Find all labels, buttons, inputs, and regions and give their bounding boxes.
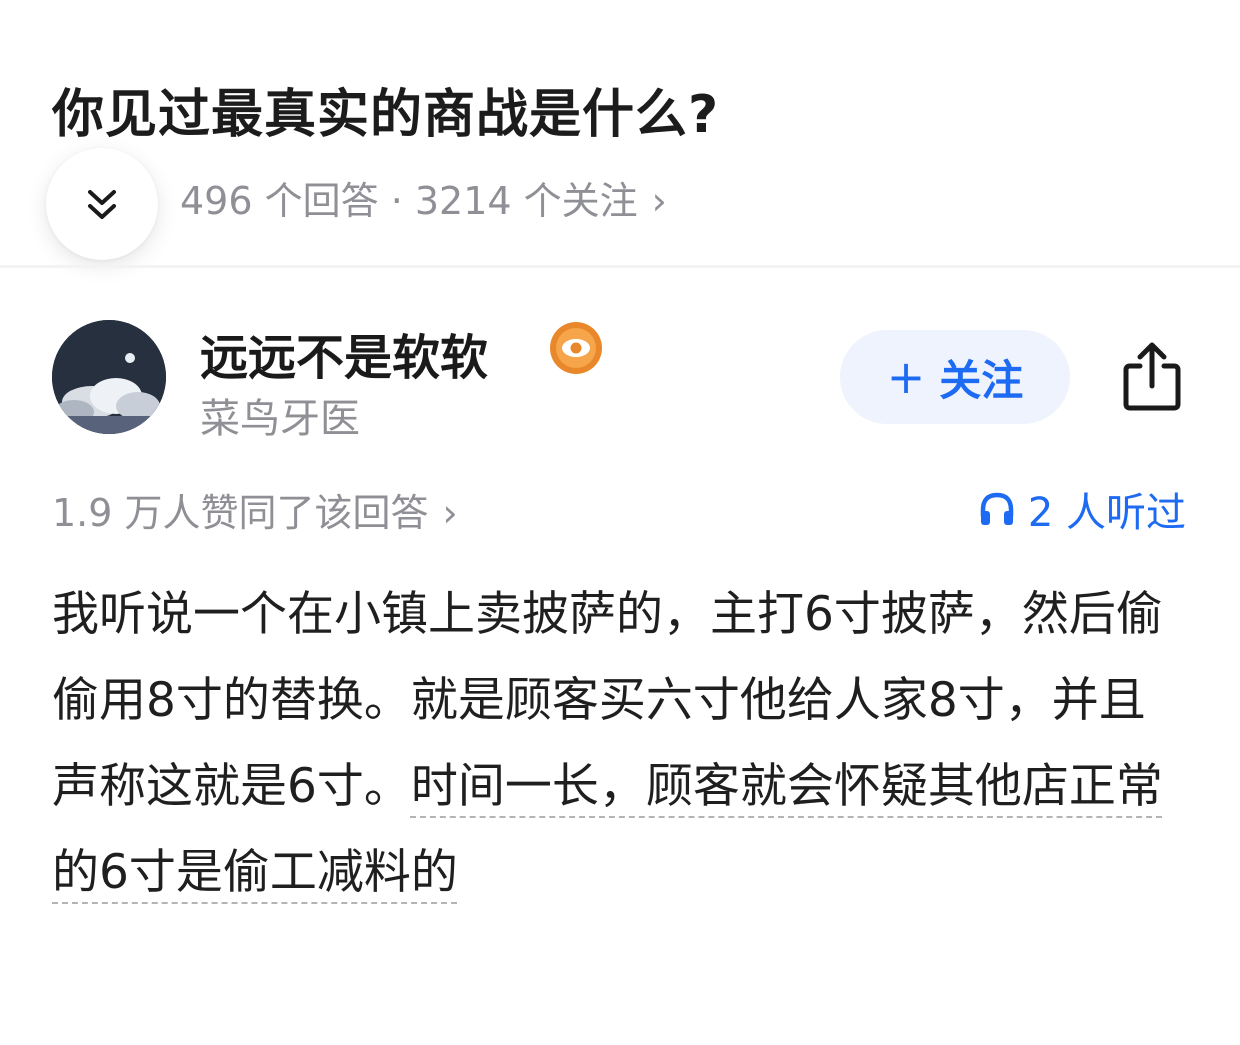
likes-text: 1.9 万人赞同了该回答 [52,491,429,535]
author-name[interactable]: 远远不是软软 [200,318,488,388]
listen-count[interactable]: 2 人听过 [978,480,1186,538]
answer-content: 我听说一个在小镇上卖披萨的，主打6寸披萨，然后偷偷用8寸的替换。就是顾客买六寸他… [52,572,1192,916]
plus-icon: + [886,350,926,404]
divider [0,265,1240,268]
collapse-button[interactable] [46,148,158,260]
question-stats-text: 496 个回答 · 3214 个关注 [180,179,638,223]
eye-badge-icon [550,322,602,374]
chevron-right-icon: › [442,491,458,535]
follow-button[interactable]: + 关注 [840,330,1070,424]
night-cloud-avatar-image [52,320,166,434]
question-title: 你见过最真实的商战是什么? [52,85,720,145]
listen-text: 2 人听过 [1027,490,1186,536]
chevron-right-icon: › [651,179,667,223]
avatar[interactable] [52,320,166,434]
double-chevron-down-icon [88,190,116,219]
share-icon[interactable] [1120,340,1184,412]
author-description: 菜鸟牙医 [200,396,360,442]
headphones-icon [980,492,1014,525]
question-stats[interactable]: 496 个回答 · 3214 个关注 › [180,170,667,225]
likes-link[interactable]: 1.9 万人赞同了该回答 › [52,482,458,537]
follow-label: 关注 [939,355,1024,405]
